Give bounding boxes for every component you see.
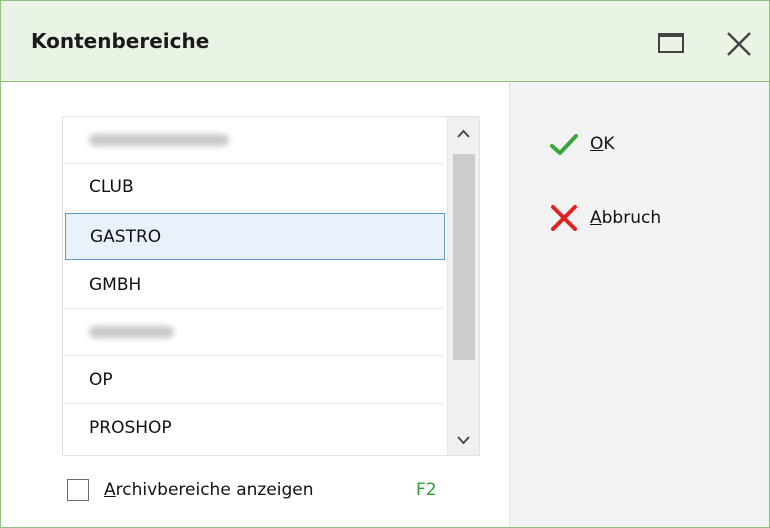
list-item[interactable] bbox=[65, 309, 445, 356]
checkmark-icon bbox=[550, 134, 578, 155]
window-title: Kontenbereiche bbox=[31, 29, 210, 53]
ok-button-label: OK bbox=[590, 134, 615, 154]
archive-checkbox-label[interactable]: Archivbereiche anzeigen bbox=[104, 480, 314, 500]
chevron-up-icon bbox=[457, 129, 470, 138]
list-item[interactable]: CLUB bbox=[65, 164, 445, 211]
maximize-button[interactable] bbox=[656, 31, 690, 57]
list-item[interactable]: PROSHOP bbox=[65, 405, 445, 452]
chevron-down-icon bbox=[457, 436, 470, 445]
hotkey-hint: F2 bbox=[416, 480, 437, 500]
accounts-listbox[interactable]: CLUB GASTRO GMBH OP PROSHOP bbox=[62, 116, 480, 456]
scroll-down-button[interactable] bbox=[448, 425, 479, 455]
maximize-icon bbox=[658, 33, 684, 53]
archive-checkbox[interactable] bbox=[67, 479, 89, 501]
scroll-up-button[interactable] bbox=[448, 117, 479, 147]
x-icon bbox=[551, 205, 577, 231]
title-bar: Kontenbereiche bbox=[1, 1, 769, 82]
dialog-window: Kontenbereiche CLUB GASTRO GMBH OP PROSH… bbox=[0, 0, 770, 528]
close-icon bbox=[727, 32, 751, 56]
vertical-scrollbar[interactable] bbox=[447, 117, 479, 455]
close-button[interactable] bbox=[724, 29, 758, 59]
blurred-label bbox=[89, 134, 229, 146]
scrollbar-thumb[interactable] bbox=[453, 154, 475, 360]
cancel-button-label: Abbruch bbox=[590, 208, 662, 228]
list-item[interactable]: OP bbox=[65, 357, 445, 404]
blurred-label bbox=[89, 326, 174, 338]
list-item[interactable]: GMBH bbox=[65, 262, 445, 309]
list-item[interactable] bbox=[65, 117, 445, 164]
list-item-selected[interactable]: GASTRO bbox=[65, 213, 445, 260]
